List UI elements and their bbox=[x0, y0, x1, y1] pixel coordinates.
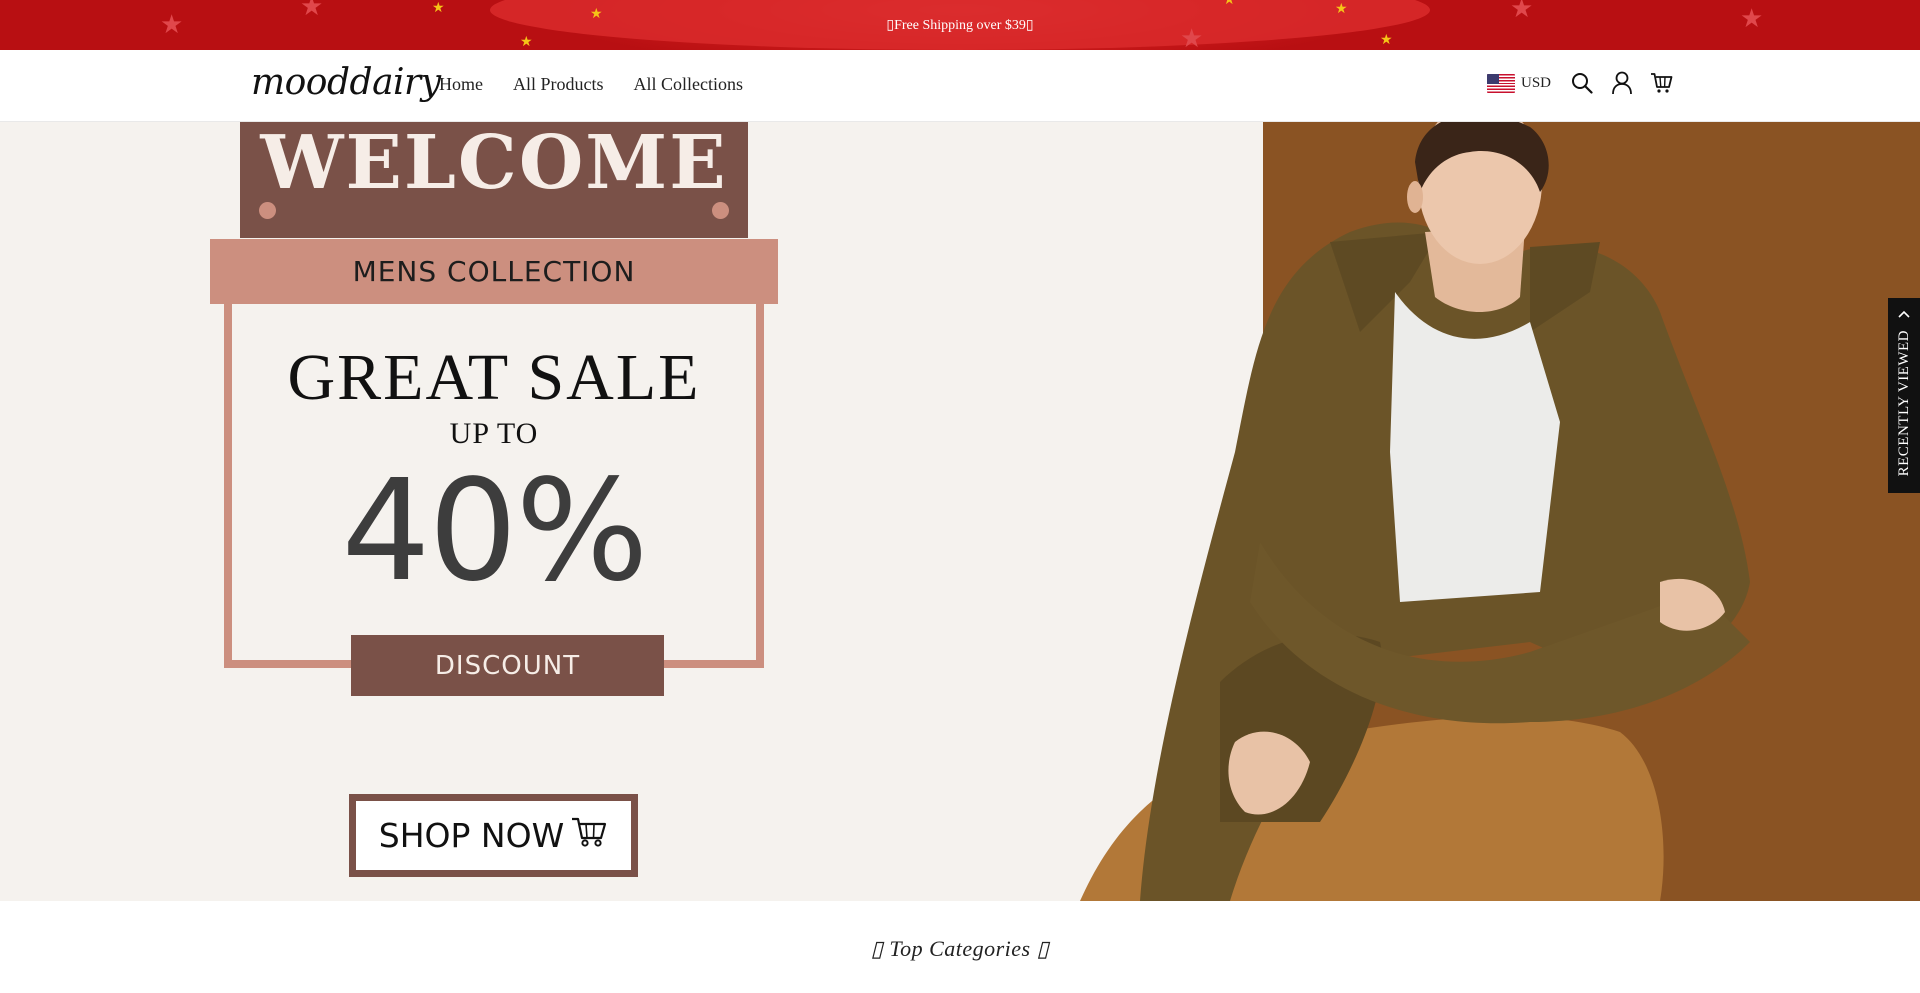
nav-all-products[interactable]: All Products bbox=[513, 74, 604, 95]
chevron-up-icon bbox=[1898, 306, 1910, 324]
welcome-heading: WELCOME bbox=[260, 122, 728, 206]
cart-icon[interactable] bbox=[1649, 70, 1675, 96]
decorative-dot bbox=[712, 202, 729, 219]
collection-band: MENS COLLECTION bbox=[210, 239, 778, 304]
hero-banner[interactable]: WELCOME MENS COLLECTION GREAT SALE UP TO… bbox=[0, 122, 1920, 901]
recently-viewed-tab[interactable]: RECENTLY VIEWED bbox=[1888, 298, 1920, 493]
header-actions: USD bbox=[1487, 70, 1675, 96]
model-photo bbox=[1080, 122, 1750, 901]
discount-label: DISCOUNT bbox=[351, 635, 664, 696]
search-icon[interactable] bbox=[1569, 70, 1595, 96]
cart-icon bbox=[570, 816, 608, 856]
announcement-text: ▯Free Shipping over $39▯ bbox=[886, 17, 1034, 33]
us-flag-icon bbox=[1487, 73, 1515, 93]
account-icon[interactable] bbox=[1609, 70, 1635, 96]
welcome-banner: WELCOME bbox=[240, 122, 748, 238]
sale-percent: 40% bbox=[341, 450, 648, 613]
main-nav: Home All Products All Collections bbox=[439, 74, 743, 95]
nav-all-collections[interactable]: All Collections bbox=[634, 74, 744, 95]
site-logo[interactable]: mooddairy bbox=[251, 62, 441, 103]
nav-home[interactable]: Home bbox=[439, 74, 483, 95]
decorative-dot bbox=[259, 202, 276, 219]
recently-viewed-label: RECENTLY VIEWED bbox=[1895, 330, 1912, 477]
site-header: mooddairy Home All Products All Collecti… bbox=[0, 50, 1920, 122]
sale-headline: GREAT SALE bbox=[287, 341, 701, 414]
shop-now-button[interactable]: SHOP NOW bbox=[349, 794, 638, 877]
currency-selector[interactable]: USD bbox=[1487, 73, 1552, 93]
currency-label: USD bbox=[1521, 74, 1552, 91]
sale-up-to: UP TO bbox=[449, 417, 539, 450]
section-title-top-categories: ▯ Top Categories ▯ bbox=[870, 936, 1050, 961]
shop-now-label: SHOP NOW bbox=[378, 816, 565, 855]
announcement-bar: ★ ★ ★ ★ ★ ★ ★ ★ ★ ★ ★ ▯Free Shipping ove… bbox=[0, 0, 1920, 50]
